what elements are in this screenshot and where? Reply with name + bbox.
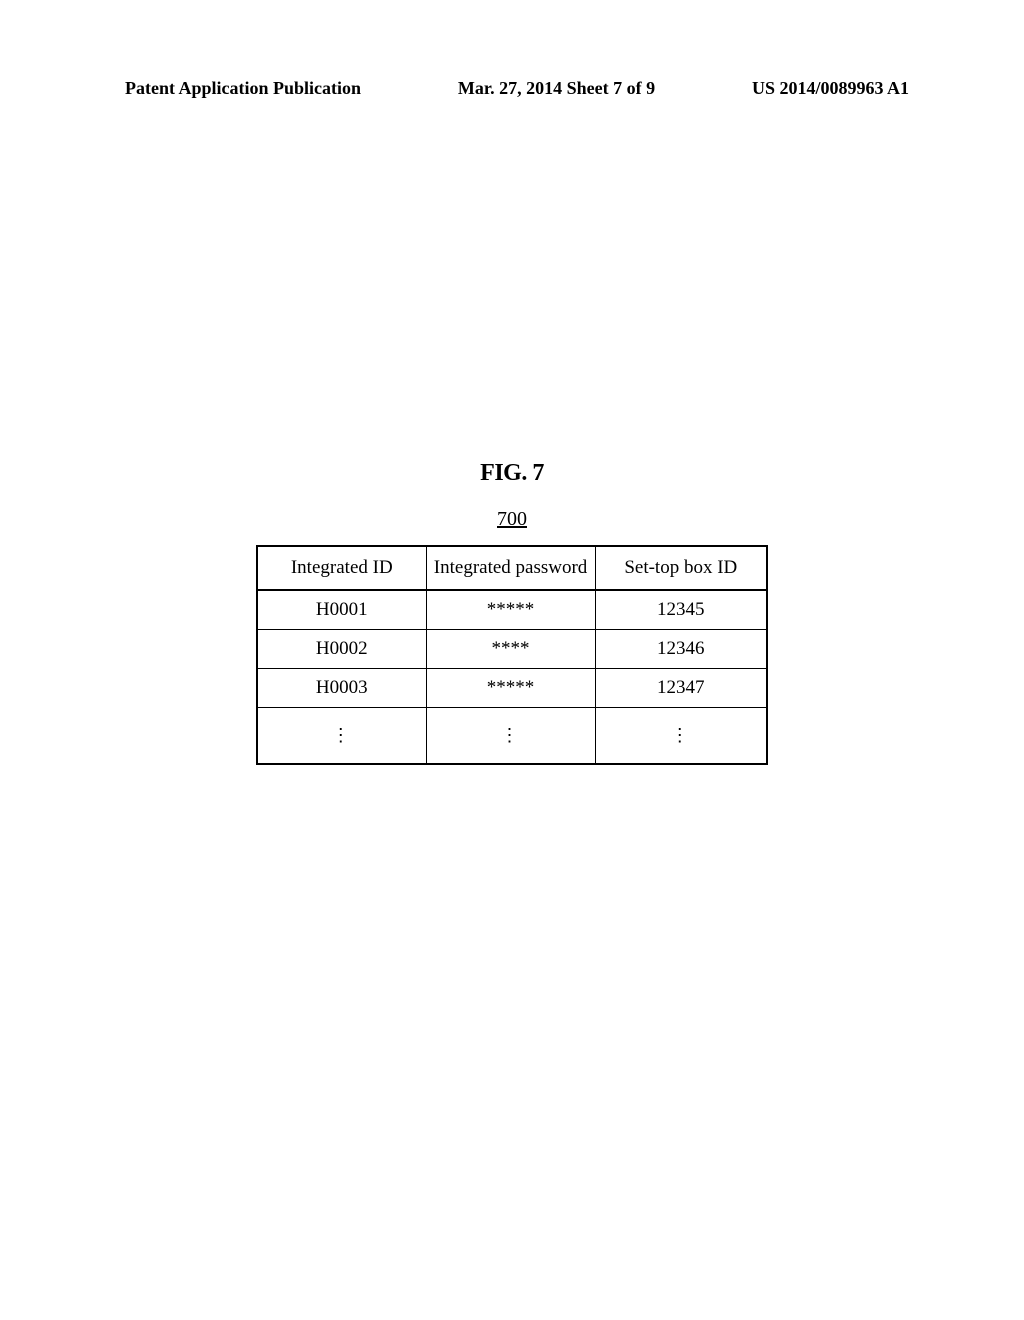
cell-integrated-id: H0003 bbox=[257, 669, 426, 708]
credentials-table: Integrated ID Integrated password Set-to… bbox=[256, 545, 768, 765]
header-patent-number: US 2014/0089963 A1 bbox=[752, 78, 909, 99]
cell-integrated-password: ***** bbox=[426, 669, 595, 708]
cell-settop-box-id: 12345 bbox=[595, 590, 767, 630]
cell-integrated-password: ***** bbox=[426, 590, 595, 630]
table-row: H0002 **** 12346 bbox=[257, 630, 767, 669]
cell-settop-box-id: 12346 bbox=[595, 630, 767, 669]
figure-reference-number: 700 bbox=[0, 508, 1024, 531]
cell-integrated-id: H0002 bbox=[257, 630, 426, 669]
ellipsis-icon: ⋮ bbox=[595, 708, 767, 764]
cell-settop-box-id: 12347 bbox=[595, 669, 767, 708]
table-row: H0001 ***** 12345 bbox=[257, 590, 767, 630]
table-row: H0003 ***** 12347 bbox=[257, 669, 767, 708]
figure-title: FIG. 7 bbox=[0, 460, 1024, 487]
header-integrated-id: Integrated ID bbox=[257, 546, 426, 590]
table-header-row: Integrated ID Integrated password Set-to… bbox=[257, 546, 767, 590]
header-date-sheet: Mar. 27, 2014 Sheet 7 of 9 bbox=[458, 78, 655, 99]
ellipsis-icon: ⋮ bbox=[257, 708, 426, 764]
cell-integrated-id: H0001 bbox=[257, 590, 426, 630]
header-integrated-password: Integrated password bbox=[426, 546, 595, 590]
page-header: Patent Application Publication Mar. 27, … bbox=[0, 78, 1024, 99]
ellipsis-icon: ⋮ bbox=[426, 708, 595, 764]
header-publication-text: Patent Application Publication bbox=[125, 78, 361, 99]
header-settop-box-id: Set-top box ID bbox=[595, 546, 767, 590]
cell-integrated-password: **** bbox=[426, 630, 595, 669]
table-ellipsis-row: ⋮ ⋮ ⋮ bbox=[257, 708, 767, 764]
